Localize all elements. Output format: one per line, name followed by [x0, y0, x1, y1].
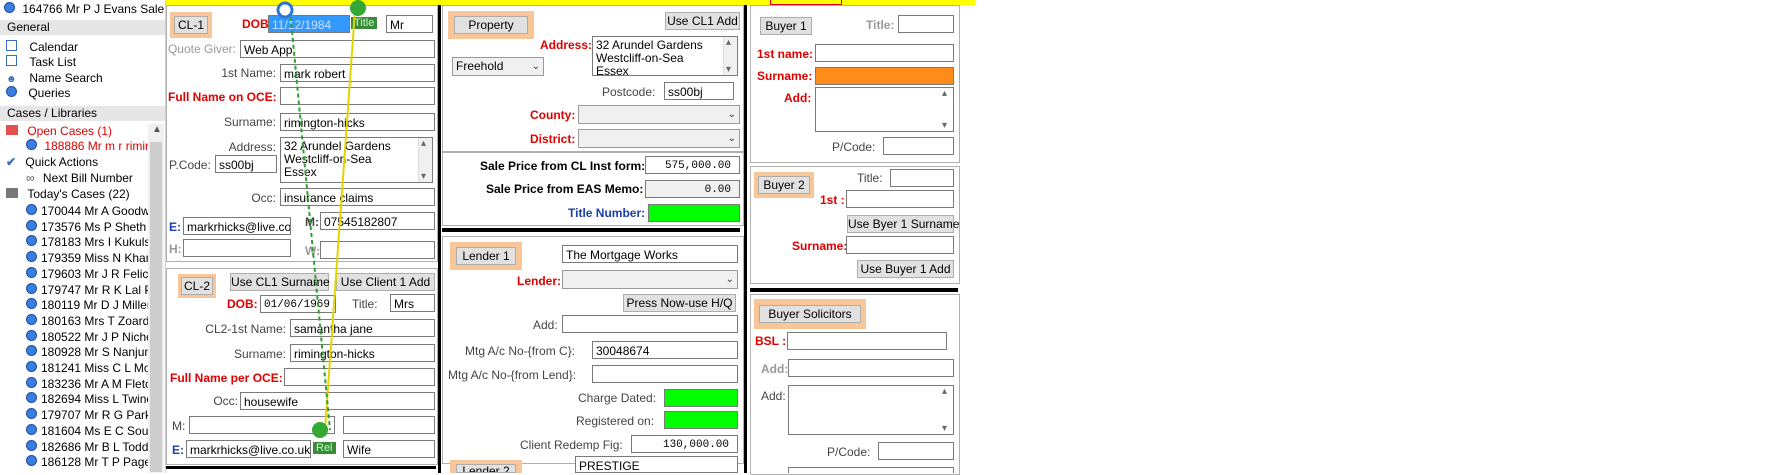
drag-handle-green-bottom-icon: [312, 422, 328, 438]
column-divider-1: [438, 5, 441, 473]
buyer2-surname-field[interactable]: [846, 236, 954, 254]
property-address-field[interactable]: 32 Arundel Gardens Westcliff-on-Sea Esse…: [592, 36, 738, 76]
lender1-button[interactable]: Lender 1: [456, 247, 516, 265]
lender-add-field[interactable]: [562, 315, 738, 333]
property-address-scrollbar[interactable]: [723, 37, 737, 75]
lender-add-label: Add:: [533, 318, 558, 332]
buyer1-first-name-field[interactable]: [815, 44, 954, 62]
bsl-add2-scrollbar[interactable]: [940, 386, 953, 434]
bsl-field[interactable]: [787, 332, 947, 350]
buyer2-button[interactable]: Buyer 2: [758, 176, 810, 194]
buyer2-title-field[interactable]: [890, 169, 954, 187]
bsl-pcode-label: P/Code:: [827, 445, 871, 459]
registered-on-label: Registered on:: [576, 414, 655, 428]
sale-price-cl-field[interactable]: 575,000.00: [645, 156, 740, 174]
bsl-label: BSL :: [755, 334, 787, 348]
buyer2-first-label: 1st :: [820, 193, 845, 207]
bsl-extra-field[interactable]: [788, 467, 954, 473]
sale-price-cl-label: Sale Price from CL Inst form:: [480, 159, 646, 173]
buyer1-first-name-label: 1st name:: [757, 47, 814, 61]
buyer1-pcode-label: P/Code:: [832, 140, 876, 154]
buyer1-surname-label: Surname:: [757, 69, 813, 83]
buyer2-first-field[interactable]: [846, 190, 954, 208]
buyer1-title-label: Title:: [866, 18, 895, 32]
district-label: District:: [530, 132, 576, 146]
lender2-field[interactable]: PRESTIGE: [575, 456, 738, 473]
buyer1-button[interactable]: Buyer 1: [760, 17, 812, 35]
lender2-button[interactable]: Lender 2: [456, 464, 516, 473]
registered-on-field[interactable]: [664, 411, 738, 429]
column-divider-2: [744, 5, 747, 473]
bsl-pcode-field[interactable]: [878, 442, 954, 460]
charge-dated-field[interactable]: [664, 389, 738, 407]
use-cl1-add-button[interactable]: Use CL1 Add: [665, 12, 740, 30]
postcode-field[interactable]: ss00bj: [664, 82, 734, 100]
buyer2-surname-label: Surname:: [792, 239, 848, 253]
mtg-from-lend-field[interactable]: [592, 365, 738, 383]
drag-line-green-dashed: [289, 9, 331, 431]
county-select[interactable]: ⌄: [578, 105, 740, 124]
buyer2-title-label: Title:: [857, 171, 883, 185]
mtg-from-c-field[interactable]: 30048674: [592, 341, 738, 359]
drag-handle-green-icon: [350, 0, 366, 16]
buyer1-surname-field[interactable]: [815, 67, 954, 85]
buyer1-add-field[interactable]: [815, 87, 954, 132]
mtg-from-lend-label: Mtg A/c No-{from Lend}:: [448, 368, 577, 382]
drag-handle-blue-icon: [276, 1, 294, 19]
buyer1-add-scrollbar[interactable]: [940, 88, 953, 131]
buyer1-add-label: Add:: [784, 91, 812, 105]
county-label: County:: [530, 108, 576, 122]
chevron-down-icon: ⌄: [727, 133, 736, 144]
property-address-label: Address:: [540, 38, 593, 52]
bsl-add2-field[interactable]: [788, 385, 954, 435]
bsl-add2-label: Add:: [761, 389, 786, 403]
charge-dated-label: Charge Dated:: [578, 391, 657, 405]
district-select[interactable]: ⌄: [578, 129, 740, 148]
sale-price-eas-label: Sale Price from EAS Memo:: [486, 182, 644, 196]
redemp-field[interactable]: 130,000.00: [631, 435, 738, 453]
use-buyer1-add-button[interactable]: Use Buyer 1 Add: [857, 260, 954, 278]
chevron-down-icon: ⌄: [727, 109, 736, 120]
sale-price-eas-field[interactable]: 0.00: [645, 180, 740, 198]
bsl-add1-field[interactable]: [788, 359, 954, 377]
property-bottom-divider: [442, 228, 740, 232]
postcode-label: Postcode:: [602, 85, 656, 99]
bsl-add1-label: Add:: [761, 362, 789, 376]
property-button[interactable]: Property: [454, 16, 528, 34]
buyer-solicitors-button[interactable]: Buyer Solicitors: [759, 305, 861, 323]
chevron-down-icon: ⌄: [725, 274, 734, 285]
lender-select[interactable]: ⌄: [562, 270, 738, 289]
lender-name-field[interactable]: The Mortgage Works: [562, 245, 738, 263]
buyer1-title-field[interactable]: [898, 15, 954, 33]
chevron-down-icon: ⌄: [531, 61, 540, 72]
lender-label: Lender:: [517, 274, 562, 288]
title-number-label: Title Number:: [568, 206, 646, 220]
press-now-hq-button[interactable]: Press Now-use H/Q: [623, 294, 736, 312]
drag-line-yellow: [324, 9, 356, 431]
use-buyer1-surname-button[interactable]: Use Byer 1 Surname: [847, 215, 959, 233]
mtg-from-c-label: Mtg A/c No-{from C}:: [465, 344, 576, 358]
buyer2-bottom-divider: [750, 288, 958, 292]
redemp-label: Client Redemp Fig:: [520, 438, 623, 452]
title-number-field[interactable]: [648, 204, 740, 222]
tenure-select[interactable]: Freehold ⌄: [452, 57, 544, 76]
buyer1-pcode-field[interactable]: [883, 137, 954, 155]
